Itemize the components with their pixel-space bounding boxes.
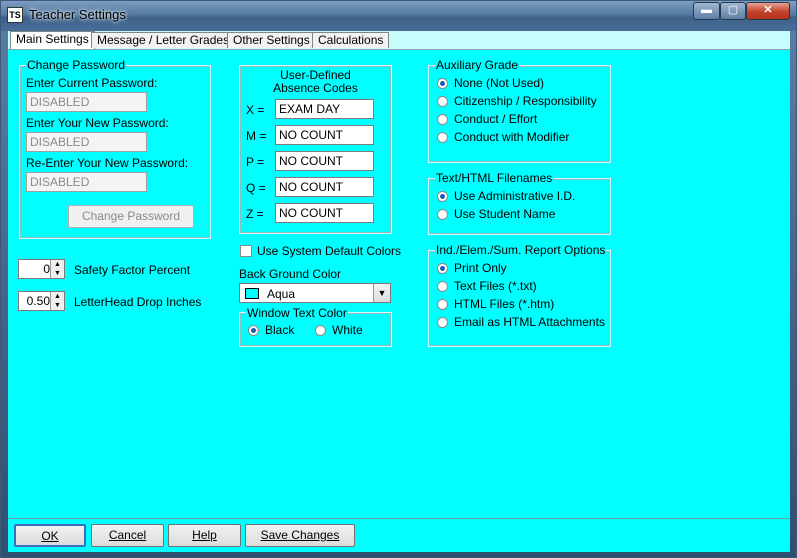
- aux-citizenship-label: Citizenship / Responsibility: [454, 94, 597, 108]
- aux-none-label: None (Not Used): [454, 76, 545, 90]
- tab-message-letter-grades[interactable]: Message / Letter Grades: [91, 32, 236, 48]
- absence-code-key: Q =: [246, 181, 266, 195]
- absence-code-key: P =: [246, 155, 265, 169]
- window-text-color-title: Window Text Color: [246, 306, 348, 320]
- aux-conduct-effort-label: Conduct / Effort: [454, 112, 538, 126]
- absence-codes-title: User-Defined Absence Codes: [240, 69, 391, 95]
- spin-arrows-icon[interactable]: ▲ ▼: [50, 260, 64, 278]
- absence-codes-title-line2: Absence Codes: [273, 81, 358, 95]
- report-email-html-label: Email as HTML Attachments: [454, 315, 605, 329]
- safety-factor-value: 0: [43, 262, 50, 276]
- reenter-password-field[interactable]: DISABLED: [26, 172, 147, 192]
- use-default-colors-label: Use System Default Colors: [257, 244, 402, 258]
- absence-code-key: Z =: [246, 207, 264, 221]
- save-changes-button-label: Save Changes: [260, 528, 340, 542]
- ok-button-label: OK: [41, 529, 59, 543]
- app-icon[interactable]: TS: [7, 7, 23, 23]
- letterhead-drop-label: LetterHead Drop Inches: [74, 295, 202, 309]
- auxiliary-grade-group: Auxiliary Grade None (Not Used) Citizens…: [428, 58, 611, 163]
- report-print-only-radio[interactable]: [437, 263, 448, 274]
- filename-admin-id-label: Use Administrative I.D.: [454, 189, 576, 203]
- report-html-files-label: HTML Files (*.htm): [454, 297, 555, 311]
- report-print-only-label: Print Only: [454, 261, 507, 275]
- change-password-title: Change Password: [26, 58, 127, 72]
- chevron-down-icon[interactable]: ▼: [373, 284, 390, 302]
- letterhead-drop-spinner[interactable]: 0.50 ▲ ▼: [18, 291, 65, 311]
- filename-admin-id-radio[interactable]: [437, 191, 448, 202]
- report-options-group: Ind./Elem./Sum. Report Options Print Onl…: [428, 243, 611, 347]
- background-color-select[interactable]: Aqua ▼: [239, 283, 391, 303]
- minimize-button[interactable]: ▬: [693, 2, 720, 20]
- absence-code-m-input[interactable]: NO COUNT: [275, 125, 374, 145]
- text-color-white-radio[interactable]: [315, 325, 326, 336]
- spin-arrows-icon[interactable]: ▲ ▼: [50, 292, 64, 310]
- report-html-files-radio[interactable]: [437, 299, 448, 310]
- safety-factor-label: Safety Factor Percent: [74, 263, 191, 277]
- absence-code-p-input[interactable]: NO COUNT: [275, 151, 374, 171]
- report-text-files-label: Text Files (*.txt): [454, 279, 537, 293]
- safety-factor-spinner[interactable]: 0 ▲ ▼: [18, 259, 65, 279]
- filename-student-name-radio[interactable]: [437, 209, 448, 220]
- reenter-password-label: Re-Enter Your New Password:: [26, 156, 189, 170]
- tab-main-settings[interactable]: Main Settings: [10, 31, 95, 49]
- close-icon: ✕: [763, 4, 773, 16]
- new-password-label: Enter Your New Password:: [26, 116, 169, 130]
- report-options-title: Ind./Elem./Sum. Report Options: [435, 243, 607, 257]
- absence-code-q-input[interactable]: NO COUNT: [275, 177, 374, 197]
- window-text-color-group: Window Text Color Black White: [239, 306, 392, 347]
- change-password-group: Change Password Enter Current Password: …: [19, 58, 211, 239]
- ok-button[interactable]: OK: [14, 524, 86, 547]
- help-button-label: Help: [192, 528, 217, 542]
- close-button[interactable]: ✕: [746, 2, 790, 20]
- cancel-button[interactable]: Cancel: [91, 524, 164, 547]
- settings-panel: Main Settings Message / Letter Grades Ot…: [8, 31, 790, 552]
- text-color-black-label: Black: [265, 323, 295, 337]
- background-color-value: Aqua: [267, 287, 296, 301]
- letterhead-drop-value: 0.50: [26, 294, 50, 308]
- report-email-html-radio[interactable]: [437, 317, 448, 328]
- current-password-field[interactable]: DISABLED: [26, 92, 147, 112]
- tab-strip: Main Settings Message / Letter Grades Ot…: [8, 31, 790, 50]
- button-bar: OK Cancel Help Save Changes: [8, 518, 790, 552]
- tab-calculations[interactable]: Calculations: [312, 32, 390, 48]
- absence-code-z-input[interactable]: NO COUNT: [275, 203, 374, 223]
- help-button[interactable]: Help: [168, 524, 241, 547]
- aux-conduct-effort-radio[interactable]: [437, 114, 448, 125]
- filenames-title: Text/HTML Filenames: [435, 171, 554, 185]
- absence-code-x-input[interactable]: EXAM DAY: [275, 99, 374, 119]
- tab-other-settings[interactable]: Other Settings: [227, 32, 316, 48]
- aux-none-radio[interactable]: [437, 78, 448, 89]
- background-color-label: Back Ground Color: [239, 267, 342, 281]
- change-password-button[interactable]: Change Password: [68, 205, 194, 228]
- auxiliary-grade-title: Auxiliary Grade: [435, 58, 520, 72]
- aux-citizenship-radio[interactable]: [437, 96, 448, 107]
- filename-student-name-label: Use Student Name: [454, 207, 556, 221]
- aux-conduct-modifier-label: Conduct with Modifier: [454, 130, 570, 144]
- minimize-icon: ▬: [701, 4, 712, 16]
- teacher-settings-window: TS Teacher Settings ▬ ▢ ✕ Main Settings …: [0, 0, 797, 558]
- text-color-black-radio[interactable]: [248, 325, 259, 336]
- new-password-field[interactable]: DISABLED: [26, 132, 147, 152]
- aux-conduct-modifier-radio[interactable]: [437, 132, 448, 143]
- title-bar[interactable]: TS Teacher Settings ▬ ▢ ✕: [1, 1, 796, 31]
- absence-codes-group: User-Defined Absence Codes X = EXAM DAY …: [239, 65, 392, 234]
- absence-code-key: X =: [246, 103, 265, 117]
- save-changes-button[interactable]: Save Changes: [245, 524, 355, 547]
- cancel-button-label: Cancel: [108, 528, 147, 542]
- filenames-group: Text/HTML Filenames Use Administrative I…: [428, 171, 611, 235]
- absence-code-key: M =: [246, 129, 267, 143]
- color-swatch: [245, 288, 259, 299]
- maximize-button[interactable]: ▢: [720, 2, 746, 20]
- current-password-label: Enter Current Password:: [26, 76, 158, 90]
- maximize-icon: ▢: [727, 4, 739, 16]
- window-title: Teacher Settings: [29, 7, 126, 22]
- use-default-colors-checkbox[interactable]: [240, 245, 252, 257]
- text-color-white-label: White: [332, 323, 363, 337]
- report-text-files-radio[interactable]: [437, 281, 448, 292]
